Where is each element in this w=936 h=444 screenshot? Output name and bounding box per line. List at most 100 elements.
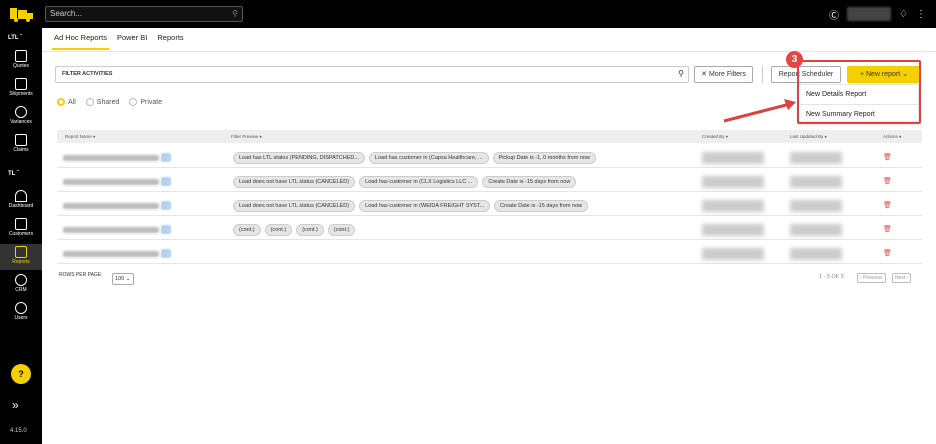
bell-icon[interactable]: ♢: [899, 9, 908, 20]
account-name[interactable]: [847, 7, 892, 21]
box-icon: [15, 78, 27, 90]
sidebar-group-tl[interactable]: TL ˇ: [0, 171, 42, 177]
visibility-filter: All Shared Private: [57, 98, 162, 106]
dollar-icon[interactable]: Ⓒ: [829, 7, 839, 22]
more-filters-button[interactable]: ✕ More Filters: [694, 66, 753, 83]
toolbar-divider: [762, 66, 763, 83]
pagination-range: 1 - 5 OF 5: [819, 274, 844, 280]
last-updated-redacted: [790, 248, 842, 260]
column-actions: Actions ♦: [883, 134, 902, 139]
gauge-icon: [15, 190, 27, 202]
tab-divider: [42, 51, 936, 52]
report-name-redacted[interactable]: [63, 251, 159, 257]
last-updated-redacted: [790, 152, 842, 164]
delete-icon[interactable]: 🗑: [883, 177, 892, 185]
search-box[interactable]: Search... ⚲: [45, 6, 243, 22]
radio-private[interactable]: Private: [129, 98, 162, 106]
table-row[interactable]: Load does not have LTL status (CANCELED)…: [57, 172, 922, 192]
report-name-redacted[interactable]: [63, 155, 159, 161]
sidebar-item-shipments[interactable]: Shipments: [0, 76, 42, 102]
sidebar-item-claims[interactable]: Claims: [0, 132, 42, 158]
bar-chart-icon: [15, 246, 27, 258]
created-by-redacted: [702, 224, 764, 236]
table-row[interactable]: Load does not have LTL status (CANCELED)…: [57, 196, 922, 216]
created-by-redacted: [702, 200, 764, 212]
last-updated-redacted: [790, 176, 842, 188]
table-row[interactable]: Load has LTL status (PENDING, DISPATCHED…: [57, 148, 922, 168]
sidebar: LTL ˆ Quotes Shipments Variances Claims …: [0, 28, 42, 444]
search-input[interactable]: Search...: [50, 9, 82, 18]
filter-pill: (cont.): [327, 224, 356, 236]
filter-pill: Load has customer in (Capsa Healthcare, …: [368, 152, 489, 164]
tab-power-bi[interactable]: Power BI: [115, 30, 149, 50]
filter-pill: Load does not have LTL status (CANCELED): [233, 200, 356, 212]
delete-icon[interactable]: 🗑: [883, 153, 892, 161]
sidebar-item-customers[interactable]: Customers: [0, 216, 42, 242]
column-filter-preview[interactable]: Filter Preview ♦: [231, 134, 262, 139]
previous-page-button[interactable]: ‹ Previous: [857, 273, 886, 283]
filter-pill: Load has LTL status (PENDING, DISPATCHED…: [233, 152, 365, 164]
delete-icon[interactable]: 🗑: [883, 225, 892, 233]
tab-bar: Ad Hoc Reports Power BI Reports: [52, 30, 186, 50]
table-row[interactable]: (cont.) (cont.) (cont.) (cont.) 🗑: [57, 220, 922, 240]
chevron-up-icon: ˆ: [20, 35, 23, 41]
users-icon: [15, 302, 27, 314]
close-icon: ✕: [701, 71, 707, 78]
company-logo[interactable]: [10, 6, 34, 22]
report-name-redacted[interactable]: [63, 227, 159, 233]
rows-per-page-select[interactable]: 100 ⌄: [112, 273, 134, 285]
filter-pill: Load has customer in (CLX Logistics LLC …: [359, 176, 479, 188]
step-badge: 3: [786, 51, 803, 68]
search-icon[interactable]: ⚲: [232, 9, 238, 18]
table-row[interactable]: 🗑: [57, 244, 922, 264]
contact-card-icon: [15, 218, 27, 230]
sidebar-item-variances[interactable]: Variances: [0, 104, 42, 130]
sidebar-item-users[interactable]: Users: [0, 300, 42, 326]
last-updated-redacted: [790, 200, 842, 212]
warning-icon: [15, 134, 27, 146]
report-name-redacted[interactable]: [63, 203, 159, 209]
last-updated-redacted: [790, 224, 842, 236]
created-by-redacted: [702, 152, 764, 164]
chevron-down-icon: ⌄: [125, 276, 131, 282]
shared-icon: [161, 225, 171, 234]
sidebar-item-reports[interactable]: Reports: [0, 244, 42, 270]
document-icon: [15, 50, 27, 62]
created-by-redacted: [702, 176, 764, 188]
shared-icon: [161, 153, 171, 162]
sidebar-item-crm[interactable]: CRM: [0, 272, 42, 298]
filter-pill: Pickup Date is -1, 0 months from now: [492, 152, 596, 164]
sidebar-group-ltl[interactable]: LTL ˆ: [0, 35, 42, 41]
rows-per-page-label: ROWS PER PAGE:: [59, 272, 103, 278]
column-report-name[interactable]: Report Name ♦: [65, 134, 95, 139]
next-page-button[interactable]: Next ›: [892, 273, 912, 283]
filter-pill: (cont.): [233, 224, 261, 236]
filter-pill: (cont.): [296, 224, 324, 236]
sidebar-item-dashboard[interactable]: Dashboard: [0, 188, 42, 214]
report-name-redacted[interactable]: [63, 179, 159, 185]
expand-sidebar-icon[interactable]: »: [12, 398, 19, 412]
chevron-down-icon: ˇ: [16, 171, 19, 177]
shared-icon: [161, 249, 171, 258]
help-button[interactable]: ?: [11, 364, 31, 384]
delete-icon[interactable]: 🗑: [883, 249, 892, 257]
delete-icon[interactable]: 🗑: [883, 201, 892, 209]
table-header: Report Name ♦ Filter Preview ♦ Created B…: [57, 130, 922, 143]
created-by-redacted: [702, 248, 764, 260]
filter-pill: Create Date is -15 days from now: [482, 176, 577, 188]
filter-pill: (cont.): [264, 224, 293, 236]
radio-indicator: [85, 98, 94, 106]
radio-indicator: [57, 98, 65, 106]
radio-shared[interactable]: Shared: [85, 98, 119, 106]
question-circle-icon: [15, 106, 27, 118]
filter-activities-input[interactable]: FILTER ACTIVITIES ⚲: [55, 66, 689, 83]
search-icon[interactable]: ⚲: [678, 69, 684, 78]
column-last-updated-by[interactable]: Last Updated By ♦: [790, 134, 827, 139]
tab-reports[interactable]: Reports: [155, 30, 185, 50]
sidebar-item-quotes[interactable]: Quotes: [0, 48, 42, 74]
tab-ad-hoc-reports[interactable]: Ad Hoc Reports: [52, 30, 109, 50]
more-vertical-icon[interactable]: ⋮: [916, 9, 926, 20]
radio-all[interactable]: All: [57, 98, 76, 106]
column-created-by[interactable]: Created By ♦: [702, 134, 728, 139]
filter-pill: Load does not have LTL status (CANCELED): [233, 176, 356, 188]
